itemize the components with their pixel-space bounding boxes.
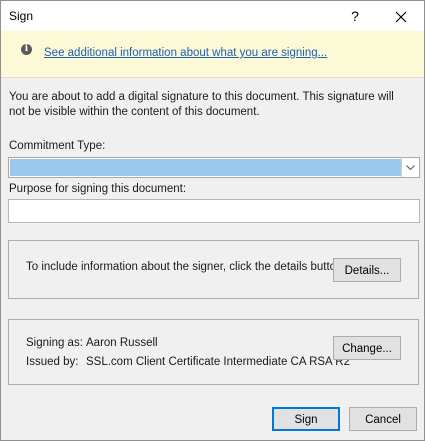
intro-text: You are about to add a digital signature…: [9, 91, 394, 118]
change-button[interactable]: Change...: [333, 336, 401, 360]
signing-as-label: Signing as:: [26, 337, 83, 349]
commitment-type-dropdown[interactable]: [8, 157, 420, 178]
signing-as-value: Aaron Russell: [86, 337, 158, 349]
close-button[interactable]: [381, 1, 421, 31]
commitment-type-selection: [10, 159, 401, 176]
purpose-input[interactable]: [8, 199, 420, 223]
details-group: To include information about the signer,…: [8, 240, 419, 299]
help-button[interactable]: ?: [337, 1, 373, 31]
info-icon: i: [21, 44, 32, 55]
cancel-button[interactable]: Cancel: [349, 407, 417, 431]
chevron-down-icon: [406, 165, 415, 170]
commitment-type-label: Commitment Type:: [9, 140, 106, 152]
signer-group: Signing as: Aaron Russell Issued by: SSL…: [8, 319, 419, 385]
issued-by-value: SSL.com Client Certificate Intermediate …: [86, 356, 350, 368]
sign-dialog: Sign ? i See additional information abou…: [0, 0, 425, 441]
sign-button[interactable]: Sign: [272, 407, 340, 431]
dropdown-button[interactable]: [401, 158, 419, 177]
purpose-label: Purpose for signing this document:: [9, 183, 187, 195]
details-instruction: To include information about the signer,…: [26, 261, 346, 273]
details-button[interactable]: Details...: [333, 258, 401, 282]
additional-info-link[interactable]: See additional information about what yo…: [44, 47, 327, 59]
close-icon: [395, 11, 407, 23]
title-bar: Sign ?: [1, 1, 424, 31]
info-bar: i See additional information about what …: [1, 31, 424, 78]
window-title: Sign: [9, 9, 34, 23]
issued-by-label: Issued by:: [26, 356, 79, 368]
